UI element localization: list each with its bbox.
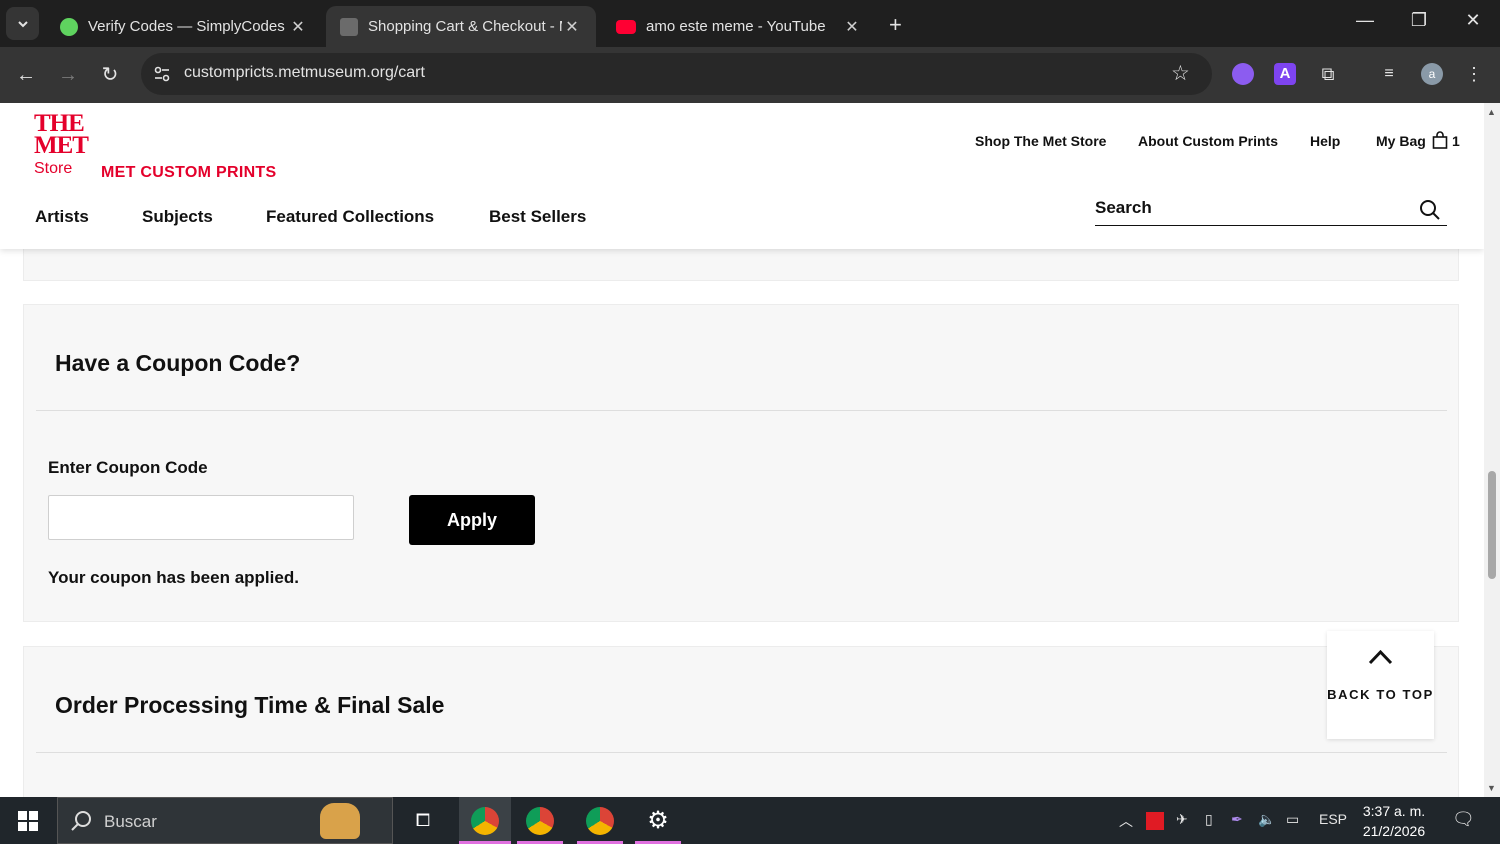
apply-coupon-button[interactable]: Apply [409, 495, 535, 545]
bookmark-star-icon[interactable]: ☆ [1171, 61, 1190, 86]
order-processing-title: Order Processing Time & Final Sale [55, 692, 445, 718]
met-icon [340, 17, 358, 36]
brand-title[interactable]: MET CUSTOM PRINTS [101, 164, 276, 182]
shopping-bag-icon[interactable] [1432, 131, 1448, 149]
clock-time: 3:37 a. m. [1362, 803, 1426, 819]
browser-tab-bar: Verify Codes — SimplyCodes ✕ Shopping Ca… [0, 0, 1500, 47]
search-icon[interactable] [1419, 199, 1441, 221]
tab-title: amo este meme - YouTube [646, 18, 826, 35]
back-to-top-button[interactable]: BACK TO TOP [1327, 631, 1434, 739]
muffin-doodle-icon [320, 803, 360, 839]
nav-best-sellers[interactable]: Best Sellers [489, 207, 586, 227]
coupon-label: Enter Coupon Code [48, 458, 208, 477]
search-placeholder: Search [1095, 198, 1152, 217]
scrollbar-thumb[interactable] [1488, 471, 1496, 579]
settings-gear-icon[interactable]: ⚙ [635, 797, 681, 844]
extension-a-icon[interactable]: A [1274, 63, 1296, 85]
web-page: THE MET Store MET CUSTOM PRINTS Shop The… [0, 103, 1484, 797]
reload-icon[interactable]: ↻ [96, 61, 124, 89]
window-close-icon[interactable]: ✕ [1458, 10, 1488, 31]
forward-icon[interactable]: → [54, 61, 82, 89]
windows-start-icon[interactable] [18, 811, 38, 831]
address-bar[interactable]: custompricts.metmuseum.org/cart ☆ [141, 53, 1212, 95]
divider [36, 752, 1447, 753]
divider [36, 410, 1447, 411]
windows-taskbar: Buscar ⧠ ⚙ ︿ ✈ ▯ ✒ 🔈 ▭ ESP 3:37 a. m. 21… [0, 797, 1500, 844]
link-help[interactable]: Help [1310, 133, 1340, 149]
back-to-top-label: BACK TO TOP [1327, 687, 1434, 702]
bag-count: 1 [1452, 133, 1460, 149]
antivirus-icon[interactable] [1146, 812, 1164, 830]
url-text: custompricts.metmuseum.org/cart [184, 64, 425, 81]
logo-line: MET [34, 132, 89, 159]
browser-menu-icon[interactable]: ⋮ [1463, 63, 1485, 85]
airplane-icon[interactable]: ✈ [1176, 811, 1188, 828]
tab-youtube[interactable]: amo este meme - YouTube ✕ [602, 6, 876, 47]
coupon-applied-message: Your coupon has been applied. [48, 568, 299, 587]
tab-simplycodes[interactable]: Verify Codes — SimplyCodes ✕ [46, 6, 322, 47]
met-store-logo[interactable]: THE MET Store [34, 111, 89, 178]
close-icon[interactable]: ✕ [842, 17, 862, 37]
coupon-title: Have a Coupon Code? [55, 350, 301, 376]
coupon-card: Have a Coupon Code? Enter Coupon Code Ap… [23, 304, 1459, 622]
nav-artists[interactable]: Artists [35, 207, 89, 227]
new-tab-icon[interactable]: + [889, 12, 902, 38]
chrome-app-icon[interactable] [459, 797, 511, 844]
language-indicator[interactable]: ESP [1319, 811, 1347, 827]
chrome-profile-icon[interactable] [517, 797, 563, 844]
link-about-custom-prints[interactable]: About Custom Prints [1138, 133, 1278, 149]
chrome-guest-icon[interactable] [577, 797, 623, 844]
simplycodes-icon [60, 17, 78, 36]
logo-store: Store [34, 160, 73, 177]
site-settings-icon[interactable] [153, 65, 171, 83]
taskbar-search-placeholder: Buscar [104, 812, 157, 831]
link-shop-the-met-store[interactable]: Shop The Met Store [975, 133, 1106, 149]
nav-featured-collections[interactable]: Featured Collections [266, 207, 434, 227]
chevron-up-icon [1368, 649, 1393, 665]
taskbar-search-box[interactable]: Buscar [57, 797, 393, 844]
pen-icon[interactable]: ✒ [1231, 811, 1243, 828]
site-header: THE MET Store MET CUSTOM PRINTS Shop The… [0, 103, 1484, 249]
tab-met-cart[interactable]: Shopping Cart & Checkout - Met ✕ [326, 6, 596, 47]
tray-overflow-icon[interactable]: ︿ [1119, 811, 1133, 831]
volume-icon[interactable]: 🔈 [1258, 811, 1275, 828]
search-input[interactable]: Search [1095, 191, 1447, 226]
battery-icon[interactable]: ▯ [1205, 811, 1213, 828]
taskbar-clock[interactable]: 3:37 a. m. 21/2/2026 [1352, 801, 1436, 841]
profile-avatar-icon[interactable]: a [1421, 63, 1443, 85]
media-control-icon[interactable]: ≡ [1378, 63, 1400, 85]
youtube-icon [616, 19, 636, 34]
notifications-icon[interactable]: 🗨 [1452, 809, 1475, 830]
browser-toolbar: ← → ↻ custompricts.metmuseum.org/cart ☆ … [0, 47, 1500, 103]
network-icon[interactable]: ▭ [1286, 811, 1299, 828]
tab-title: Verify Codes — SimplyCodes [88, 18, 285, 35]
extensions-puzzle-icon[interactable]: ⧉ [1317, 63, 1339, 85]
restore-icon[interactable]: ❐ [1404, 10, 1434, 31]
chevron-down-icon [17, 20, 28, 27]
close-icon[interactable]: ✕ [288, 17, 308, 37]
minimize-icon[interactable]: — [1350, 10, 1380, 31]
coupon-code-input[interactable] [48, 495, 354, 540]
scroll-down-icon[interactable]: ▼ [1487, 783, 1496, 793]
order-processing-card: Order Processing Time & Final Sale [23, 646, 1459, 797]
clock-date: 21/2/2026 [1362, 823, 1426, 839]
nav-subjects[interactable]: Subjects [142, 207, 213, 227]
extension-simplycodes-icon[interactable] [1232, 63, 1254, 85]
back-icon[interactable]: ← [12, 61, 40, 89]
close-icon[interactable]: ✕ [562, 17, 582, 37]
tab-title: Shopping Cart & Checkout - Met [368, 18, 562, 35]
search-icon [71, 811, 91, 831]
task-view-icon[interactable]: ⧠ [400, 797, 446, 844]
scroll-up-icon[interactable]: ▲ [1487, 107, 1496, 117]
link-my-bag[interactable]: My Bag [1376, 133, 1426, 149]
tab-search-button[interactable] [6, 7, 39, 40]
page-scrollbar[interactable]: ▲ ▼ [1484, 103, 1500, 797]
